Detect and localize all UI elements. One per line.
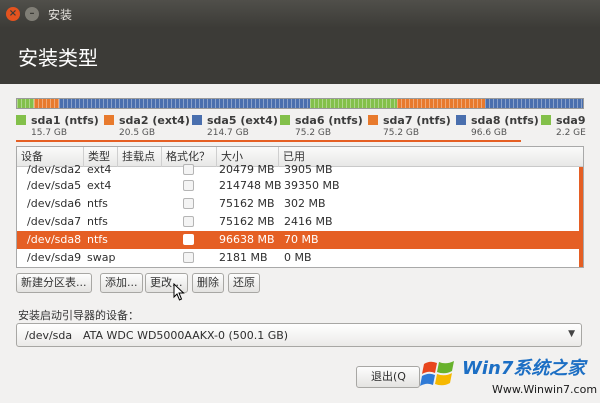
legend-size: 75.2 GB	[383, 128, 420, 138]
legend-size: 75.2 GB	[295, 128, 332, 138]
legend-size: 214.7 GB	[207, 128, 249, 138]
legend-name: sda1 (ntfs)	[31, 114, 99, 127]
partition-segment	[485, 99, 583, 108]
bootloader-device: /dev/sda	[25, 329, 73, 342]
legend-item: sda2 (ext4) 20.5 GB	[104, 114, 190, 138]
legend-item: sda6 (ntfs) 75.2 GB	[280, 114, 363, 138]
chevron-down-icon: ▼	[568, 329, 575, 339]
cell-used: 39350 MB	[284, 179, 340, 192]
legend-item: sda7 (ntfs) 75.2 GB	[368, 114, 451, 138]
minimize-icon[interactable]: –	[25, 7, 39, 21]
cell-type: ext4	[87, 179, 112, 192]
cell-type: ntfs	[87, 197, 108, 210]
partition-legend: sda1 (ntfs) 15.7 GB sda2 (ext4) 20.5 GB sda5…	[16, 114, 600, 140]
table-row[interactable]: /dev/sda5 ext4 214748 MB 39350 MB	[17, 177, 583, 195]
legend-swatch	[541, 115, 551, 125]
legend-swatch	[104, 115, 114, 125]
cell-device: /dev/sda7	[27, 215, 82, 228]
format-checkbox[interactable]	[183, 252, 194, 263]
legend-size: 15.7 GB	[31, 128, 68, 138]
partition-segment	[58, 99, 310, 108]
legend-scroll-indicator	[16, 140, 521, 142]
legend-swatch	[368, 115, 378, 125]
cell-device: /dev/sda8	[27, 233, 82, 246]
partition-segment	[309, 99, 398, 108]
format-checkbox[interactable]	[183, 216, 194, 227]
legend-item: sda1 (ntfs) 15.7 GB	[16, 114, 99, 138]
cell-used: 302 MB	[284, 197, 326, 210]
format-checkbox[interactable]	[183, 234, 194, 245]
table-scrollbar[interactable]	[579, 167, 583, 267]
watermark-url: Www.Winwin7.com	[492, 383, 598, 396]
legend-size: 96.6 GB	[471, 128, 508, 138]
new-partition-table-button[interactable]: 新建分区表...	[16, 273, 92, 293]
watermark: Win7系统之家 Www.Winwin7.com	[414, 350, 600, 403]
revert-button[interactable]: 还原	[228, 273, 260, 293]
legend-name: sda6 (ntfs)	[295, 114, 363, 127]
bootloader-device-select[interactable]: /dev/sda ATA WDC WD5000AAKX-0 (500.1 GB)…	[16, 323, 582, 347]
cell-used: 0 MB	[284, 251, 312, 264]
format-checkbox[interactable]	[183, 164, 194, 175]
legend-size: 2.2 GE	[556, 128, 586, 138]
delete-button[interactable]: 删除	[192, 273, 224, 293]
legend-swatch	[280, 115, 290, 125]
cell-size: 75162 MB	[219, 215, 275, 228]
page-title: 安装类型	[18, 46, 98, 70]
cell-size: 214748 MB	[219, 179, 282, 192]
table-row[interactable]: /dev/sda9 swap 2181 MB 0 MB	[17, 249, 583, 267]
legend-name: sda7 (ntfs)	[383, 114, 451, 127]
cell-size: 2181 MB	[219, 251, 268, 264]
partition-bar	[16, 98, 584, 109]
close-icon[interactable]: ×	[6, 7, 20, 21]
cell-type: ntfs	[87, 215, 108, 228]
format-checkbox[interactable]	[183, 180, 194, 191]
legend-name: sda2 (ext4)	[119, 114, 190, 127]
legend-name: sda5 (ext4)	[207, 114, 278, 127]
bootloader-model: ATA WDC WD5000AAKX-0 (500.1 GB)	[83, 329, 289, 342]
window-titlebar: × – 安装	[0, 0, 600, 28]
add-button[interactable]: 添加...	[100, 273, 143, 293]
window-title: 安装	[48, 7, 73, 22]
legend-swatch	[16, 115, 26, 125]
partition-segment	[33, 99, 59, 108]
cell-size: 96638 MB	[219, 233, 275, 246]
windows-logo-icon	[420, 361, 454, 386]
legend-swatch	[456, 115, 466, 125]
cell-type: ntfs	[87, 233, 108, 246]
cell-used: 2416 MB	[284, 215, 333, 228]
legend-swatch	[192, 115, 202, 125]
partition-table[interactable]: 设备 类型 挂载点 格式化？ 大小 已用 /dev/sda2 ext4 20479 …	[16, 146, 584, 268]
quit-button[interactable]: 退出(Q	[356, 366, 420, 388]
cell-type: swap	[87, 251, 116, 264]
cell-device: /dev/sda5	[27, 179, 82, 192]
cell-device: /dev/sda6	[27, 197, 82, 210]
table-row[interactable]: /dev/sda7 ntfs 75162 MB 2416 MB	[17, 213, 583, 231]
legend-name: sda8 (ntfs)	[471, 114, 539, 127]
partition-segment	[397, 99, 486, 108]
legend-name: sda9	[556, 114, 586, 127]
mouse-cursor-icon	[173, 283, 185, 301]
partition-segment	[17, 99, 34, 108]
legend-item: sda5 (ext4) 214.7 GB	[192, 114, 278, 138]
cell-used: 70 MB	[284, 233, 319, 246]
legend-size: 20.5 GB	[119, 128, 156, 138]
watermark-brand: Win7系统之家	[462, 358, 586, 379]
table-row[interactable]: /dev/sda8 ntfs 96638 MB 70 MB	[17, 231, 583, 249]
legend-item: sda8 (ntfs) 96.6 GB	[456, 114, 539, 138]
format-checkbox[interactable]	[183, 198, 194, 209]
cell-size: 75162 MB	[219, 197, 275, 210]
legend-item: sda9 2.2 GE	[541, 114, 586, 138]
bootloader-label: 安装启动引导器的设备：	[18, 309, 139, 322]
page-header: 安装类型	[0, 28, 600, 84]
cell-device: /dev/sda9	[27, 251, 82, 264]
table-row[interactable]: /dev/sda6 ntfs 75162 MB 302 MB	[17, 195, 583, 213]
